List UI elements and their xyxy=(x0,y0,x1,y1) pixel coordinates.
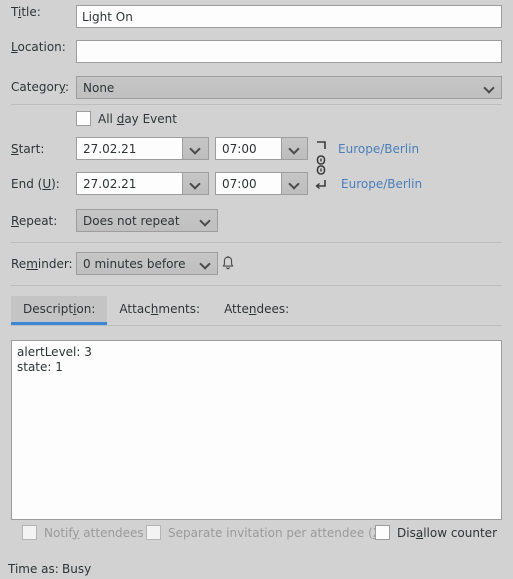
repeat-label: Repeat: xyxy=(11,214,58,228)
repeat-select[interactable]: Does not repeat xyxy=(76,209,218,232)
location-input[interactable] xyxy=(76,40,502,63)
reminder-label: Reminder: xyxy=(11,257,73,271)
description-textarea[interactable]: alertLevel: 3 state: 1 xyxy=(11,340,502,520)
reminder-select-value: 0 minutes before xyxy=(83,256,186,271)
disallow-counter-label: Disallow counter xyxy=(397,525,497,540)
all-day-event-label: All day Event xyxy=(98,111,177,126)
time-as-value: Busy xyxy=(62,562,92,576)
reminder-row: Reminder: xyxy=(11,258,73,270)
chevron-down-icon xyxy=(289,143,300,154)
end-time-dropdown-button[interactable] xyxy=(281,173,307,194)
all-day-event-checkbox[interactable]: All day Event xyxy=(76,111,177,126)
disallow-counter-checkbox[interactable]: Disallow counter xyxy=(375,525,497,540)
start-label: Start: xyxy=(11,142,45,156)
end-date-value: 27.02.21 xyxy=(77,173,182,194)
end-label: End (U): xyxy=(11,177,60,191)
location-row: Location: xyxy=(11,41,66,53)
chevron-down-icon xyxy=(200,258,211,269)
chevron-down-icon xyxy=(200,215,211,226)
category-select-value: None xyxy=(83,80,115,95)
start-row: Start: xyxy=(11,143,44,155)
detail-tabbar: Description: Attachments: Attendees: xyxy=(11,295,502,326)
repeat-select-value: Does not repeat xyxy=(83,213,180,228)
chevron-down-icon xyxy=(190,143,201,154)
link-chain-icon-glyph xyxy=(315,141,326,190)
tab-description[interactable]: Description: xyxy=(11,296,108,325)
disallow-counter-checkbox-box[interactable] xyxy=(375,525,390,540)
all-day-event-checkbox-box[interactable] xyxy=(76,111,91,126)
separate-invitation-label: Separate invitation per attendee (X) xyxy=(168,525,386,540)
category-select[interactable]: None xyxy=(76,76,502,99)
title-row: Title: xyxy=(11,6,76,18)
chevron-down-icon xyxy=(289,178,300,189)
category-label: Category: xyxy=(11,80,69,94)
category-row: Category: xyxy=(11,81,69,93)
notify-attendees-checkbox: Notify attendees xyxy=(22,525,144,540)
separate-invitation-checkbox: Separate invitation per attendee (X) xyxy=(146,525,386,540)
location-label: Location: xyxy=(11,40,66,54)
notify-attendees-label: Notify attendees xyxy=(44,525,144,540)
title-input[interactable]: Light On xyxy=(76,5,502,28)
event-editor-panel: Title: Light On Location: Category: None… xyxy=(0,0,513,579)
separator-3 xyxy=(11,285,502,286)
end-date-dropdown-button[interactable] xyxy=(182,173,208,194)
notify-attendees-checkbox-box xyxy=(22,525,37,540)
start-date-combo[interactable]: 27.02.21 xyxy=(76,137,209,160)
start-date-value: 27.02.21 xyxy=(77,138,182,159)
chevron-down-icon xyxy=(484,82,495,93)
end-timezone-link[interactable]: Europe/Berlin xyxy=(341,177,422,191)
title-label: Title: xyxy=(11,5,41,19)
reminder-select[interactable]: 0 minutes before xyxy=(76,252,218,275)
tab-attachments[interactable]: Attachments: xyxy=(107,296,212,325)
end-time-value: 07:00 xyxy=(216,173,281,194)
repeat-row: Repeat: xyxy=(11,215,57,227)
start-time-dropdown-button[interactable] xyxy=(281,138,307,159)
start-date-dropdown-button[interactable] xyxy=(182,138,208,159)
start-timezone-link[interactable]: Europe/Berlin xyxy=(338,142,419,156)
tab-attendees[interactable]: Attendees: xyxy=(212,296,301,325)
time-as-label: Time as: xyxy=(8,562,59,576)
link-chain-icon[interactable] xyxy=(313,136,329,196)
end-row: End (U): xyxy=(11,178,60,190)
start-time-combo[interactable]: 07:00 xyxy=(215,137,308,160)
chevron-down-icon xyxy=(190,178,201,189)
bell-icon-glyph xyxy=(222,256,234,270)
separator-1 xyxy=(11,104,502,105)
end-time-combo[interactable]: 07:00 xyxy=(215,172,308,195)
title-input-value: Light On xyxy=(82,9,133,24)
separate-invitation-checkbox-box xyxy=(146,525,161,540)
separator-2 xyxy=(11,242,502,243)
end-date-combo[interactable]: 27.02.21 xyxy=(76,172,209,195)
start-time-value: 07:00 xyxy=(216,138,281,159)
bell-icon[interactable] xyxy=(221,255,235,274)
